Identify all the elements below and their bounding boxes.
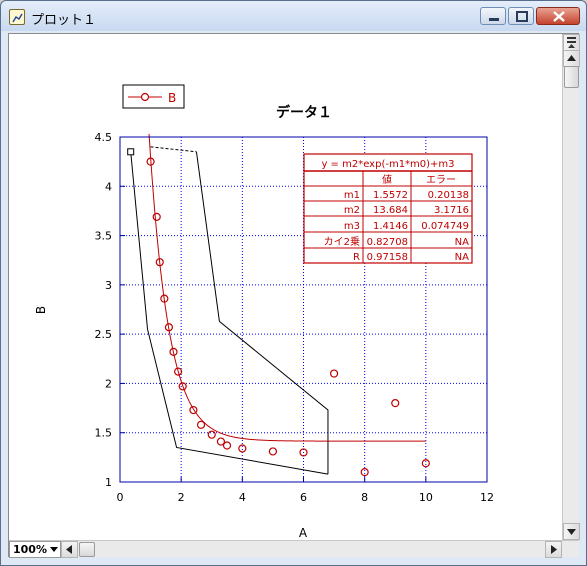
legend-label: B <box>168 91 176 105</box>
close-button[interactable] <box>536 7 580 25</box>
y-tick-label: 1.5 <box>95 427 113 440</box>
table-row-name: m3 <box>344 221 360 232</box>
table-row-name: カイ2乗 <box>324 236 360 248</box>
fit-equation: y = m2*exp(-m1*m0)+m3 <box>321 159 454 170</box>
legend-marker <box>140 92 150 102</box>
scroll-right-button[interactable] <box>545 541 562 558</box>
y-tick-label: 2.5 <box>95 328 113 341</box>
data-point[interactable] <box>391 399 400 408</box>
lower-confidence-band <box>130 151 329 475</box>
table-row-error: 0.20138 <box>428 190 469 201</box>
x-tick-label: 12 <box>480 491 494 504</box>
table-row-error: NA <box>455 252 469 263</box>
plot-page[interactable]: B データ１ A B 0 2 4 6 8 10 12 1 1.5 2 2.5 3 3.5 4 4.5 y =… <box>9 34 562 540</box>
data-point[interactable] <box>329 369 339 378</box>
table-header-value: 値 <box>382 173 392 186</box>
table-row-name: m1 <box>344 190 360 201</box>
vertical-scrollbar[interactable] <box>562 34 580 540</box>
data-point[interactable] <box>421 459 430 468</box>
data-point[interactable] <box>152 212 161 221</box>
data-point[interactable] <box>360 468 369 477</box>
band-anchor-marker[interactable] <box>127 148 135 156</box>
table-row-error: 3.1716 <box>434 205 469 216</box>
plot-svg[interactable]: B データ１ A B 0 2 4 6 8 10 12 1 1.5 2 2.5 3 3.5 4 4.5 y =… <box>9 34 562 540</box>
confidence-bands <box>127 146 329 475</box>
plot-window: プロット１ B データ１ A B 0 2 4 6 8 10 12 1 1.5 2… <box>0 0 587 566</box>
table-row-value: 13.684 <box>373 205 408 216</box>
x-axis-label[interactable]: A <box>299 526 308 540</box>
y-tick-label: 3.5 <box>95 230 113 243</box>
table-row-error: NA <box>455 237 469 248</box>
x-tick-label: 8 <box>361 491 368 504</box>
table-row-value: 1.5572 <box>373 190 408 201</box>
table-row-value: 0.82708 <box>367 237 408 248</box>
scroll-down-button[interactable] <box>563 523 580 540</box>
split-handle-icon[interactable] <box>563 34 580 51</box>
zoom-value: 100% <box>13 543 47 556</box>
scroll-left-button[interactable] <box>61 541 78 558</box>
data-point[interactable] <box>268 447 278 456</box>
chevron-down-icon <box>50 547 58 552</box>
table-row-value: 0.97158 <box>367 252 408 263</box>
data-point[interactable] <box>196 420 206 429</box>
dashed-band-top <box>150 146 197 153</box>
table-row-name: R <box>353 252 360 263</box>
y-tick-label: 3 <box>105 279 112 292</box>
vertical-scroll-thumb[interactable] <box>564 66 579 88</box>
x-tick-label: 4 <box>239 491 246 504</box>
x-tick-label: 10 <box>419 491 433 504</box>
data-point[interactable] <box>207 430 216 439</box>
bottom-bar: 100% <box>9 540 579 558</box>
title-bar[interactable]: プロット１ <box>1 1 586 31</box>
plot-window-icon[interactable] <box>9 9 25 25</box>
x-tick-label: 2 <box>178 491 185 504</box>
y-tick-label: 4.5 <box>95 131 113 144</box>
y-tick-label: 4 <box>105 180 112 193</box>
horizontal-scroll-thumb[interactable] <box>79 542 95 557</box>
table-row-value: 1.4146 <box>373 221 408 232</box>
maximize-button[interactable] <box>508 7 534 25</box>
y-axis-label[interactable]: B <box>34 306 48 314</box>
zoom-select[interactable]: 100% <box>9 541 61 558</box>
window-title: プロット１ <box>31 13 97 28</box>
minimize-button[interactable] <box>480 7 506 25</box>
table-row-name: m2 <box>344 205 360 216</box>
table-row-error: 0.074749 <box>421 221 469 232</box>
y-tick-label: 2 <box>105 377 112 390</box>
y-tick-label: 1 <box>105 476 112 489</box>
chart-title[interactable]: データ１ <box>276 104 332 121</box>
scroll-up-button[interactable] <box>563 50 580 67</box>
data-point[interactable] <box>189 405 198 415</box>
x-tick-label: 0 <box>117 491 124 504</box>
fit-results-table[interactable]: y = m2*exp(-m1*m0)+m3 値 エラー m1 1.5572 0.… <box>303 153 473 264</box>
table-header-error: エラー <box>426 174 456 186</box>
x-tick-label: 6 <box>300 491 307 504</box>
data-point[interactable] <box>222 441 232 450</box>
plot-canvas-frame: B データ１ A B 0 2 4 6 8 10 12 1 1.5 2 2.5 3 3.5 4 4.5 y =… <box>8 33 580 558</box>
